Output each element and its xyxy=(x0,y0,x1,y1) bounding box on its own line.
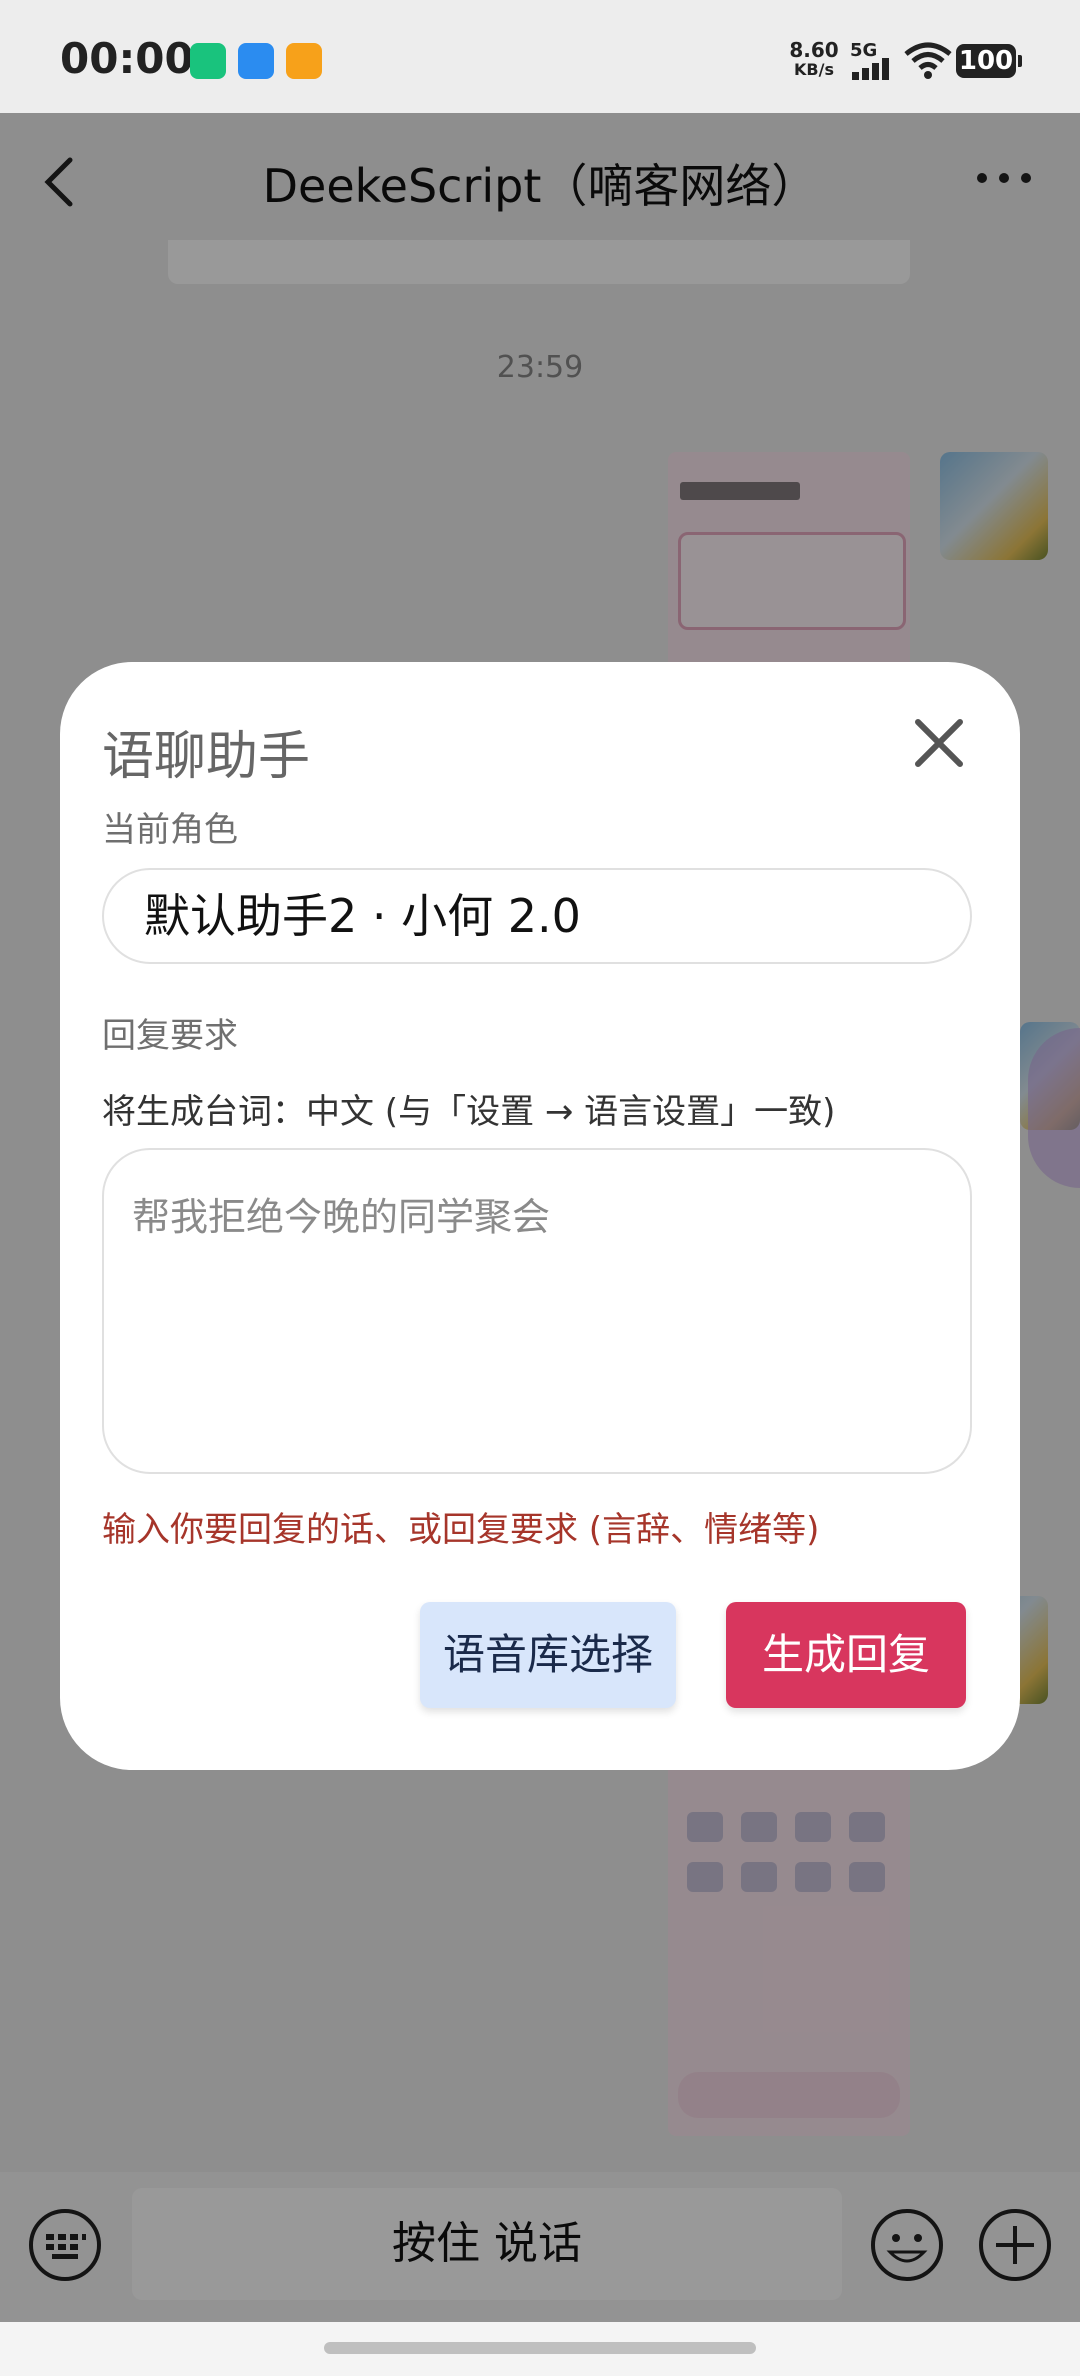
home-indicator[interactable] xyxy=(324,2342,756,2354)
gesture-bar xyxy=(0,2322,1080,2376)
close-icon[interactable] xyxy=(908,712,970,774)
reply-requirement-input[interactable] xyxy=(102,1148,972,1474)
voice-chat-assistant-dialog: 语聊助手 当前角色 默认助手2 · 小何 2.0 回复要求 将生成台词：中文 (… xyxy=(60,662,1020,1770)
net-speed-value: 8.60 xyxy=(789,38,839,62)
current-role-label: 当前角色 xyxy=(102,810,238,850)
wechat-notification-icon xyxy=(190,43,226,79)
current-role-selector[interactable]: 默认助手2 · 小何 2.0 xyxy=(102,868,972,964)
signal-icon xyxy=(852,58,894,80)
wifi-icon xyxy=(904,42,952,79)
net-speed: 8.60 KB/s xyxy=(786,40,842,80)
generate-reply-button[interactable]: 生成回复 xyxy=(726,1602,966,1708)
usb-notification-icon xyxy=(238,43,274,79)
voice-library-button[interactable]: 语音库选择 xyxy=(420,1602,676,1708)
net-speed-unit: KB/s xyxy=(794,60,834,79)
status-bar: 00:00 8.60 KB/s 5G 100 xyxy=(0,0,1080,113)
dialog-title: 语聊助手 xyxy=(102,727,311,787)
input-hint: 输入你要回复的话、或回复要求 (言辞、情绪等) xyxy=(102,1510,820,1550)
tools-notification-icon xyxy=(286,43,322,79)
status-time: 00:00 xyxy=(60,34,194,83)
reply-requirement-label: 回复要求 xyxy=(102,1016,238,1056)
battery-icon: 100 xyxy=(956,44,1022,78)
language-note: 将生成台词：中文 (与「设置 → 语言设置」一致) xyxy=(102,1092,836,1132)
